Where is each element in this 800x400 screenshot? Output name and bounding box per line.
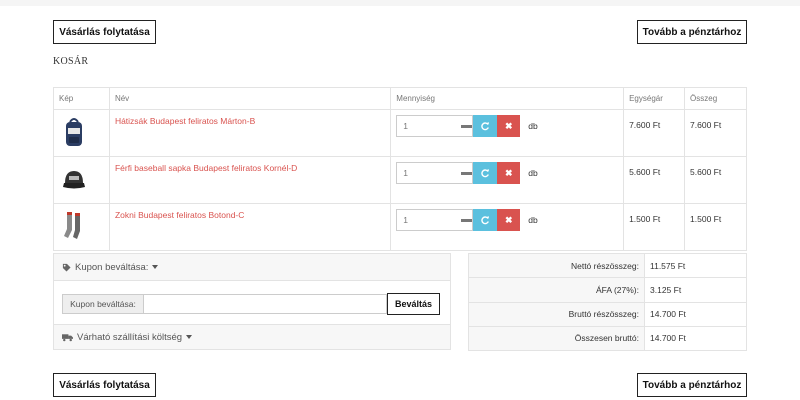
coupon-toggle[interactable]: Kupon beváltása: xyxy=(54,254,450,280)
product-link[interactable]: Hátizsák Budapest feliratos Márton-B xyxy=(115,116,385,126)
unit-price: 7.600 Ft xyxy=(629,120,661,130)
col-header-unit-price: Egységár xyxy=(623,87,686,110)
continue-shopping-button-bottom[interactable]: Vásárlás folytatása xyxy=(53,373,156,397)
coupon-addon-label: Kupon beváltása: xyxy=(62,293,144,314)
quantity-input[interactable]: 1 xyxy=(396,115,474,137)
continue-shopping-button-top[interactable]: Vásárlás folytatása xyxy=(53,20,156,44)
product-image-cell xyxy=(53,203,110,251)
coupon-heading: Kupon beváltása: xyxy=(75,261,149,273)
totals-row: Nettó részösszeg: 11.575 Ft xyxy=(468,252,747,279)
refresh-icon xyxy=(481,216,490,225)
remove-button[interactable]: ✖ xyxy=(497,209,521,231)
refresh-button[interactable] xyxy=(473,209,498,231)
quantity-value: 1 xyxy=(403,121,409,131)
refresh-button[interactable] xyxy=(473,162,498,184)
unit-label: db xyxy=(528,121,538,131)
shipping-toggle[interactable]: Várható szállítási költség xyxy=(54,325,450,349)
coupon-form: Kupon beváltása: Beváltás xyxy=(54,280,450,326)
remove-button[interactable]: ✖ xyxy=(497,162,521,184)
refresh-icon xyxy=(481,169,490,178)
quantity-value: 1 xyxy=(403,168,409,178)
coupon-input[interactable] xyxy=(144,293,387,314)
close-icon: ✖ xyxy=(505,120,513,131)
quantity-bar xyxy=(461,172,473,175)
close-icon: ✖ xyxy=(505,167,513,178)
socks-icon[interactable] xyxy=(62,210,86,242)
checkout-button-top[interactable]: Tovább a pénztárhoz xyxy=(637,20,747,44)
truck-icon xyxy=(62,333,73,341)
cart-header-row: Kép Név Mennyiség Egységár Összeg xyxy=(53,87,747,110)
shipping-panel: Várható szállítási költség xyxy=(53,324,451,350)
caret-down-icon xyxy=(186,335,193,339)
caret-down-icon xyxy=(152,265,159,269)
product-link[interactable]: Férfi baseball sapka Budapest feliratos … xyxy=(115,163,385,173)
refresh-icon xyxy=(481,122,490,131)
refresh-button[interactable] xyxy=(473,115,498,137)
line-total: 7.600 Ft xyxy=(690,120,722,130)
remove-button[interactable]: ✖ xyxy=(497,115,521,137)
table-row: Hátizsák Budapest feliratos Márton-B 1 ✖ xyxy=(53,109,747,157)
table-row: Férfi baseball sapka Budapest feliratos … xyxy=(53,156,747,204)
totals-label: Nettó részösszeg: xyxy=(468,252,645,279)
totals-value: 14.700 Ft xyxy=(644,301,747,327)
unit-label: db xyxy=(528,215,538,225)
cap-icon[interactable] xyxy=(62,163,86,195)
product-link[interactable]: Zokni Budapest feliratos Botond-C xyxy=(115,210,385,220)
col-header-total: Összeg xyxy=(684,87,747,110)
totals-label: Bruttó részösszeg: xyxy=(468,301,645,327)
totals-row: Összesen bruttó: 14.700 Ft xyxy=(468,325,747,352)
totals-value: 11.575 Ft xyxy=(644,252,747,279)
product-image-cell xyxy=(53,156,110,204)
quantity-bar xyxy=(461,219,473,222)
table-row: Zokni Budapest feliratos Botond-C 1 ✖ db… xyxy=(53,203,747,251)
close-icon: ✖ xyxy=(505,214,513,225)
totals-table: Nettó részösszeg: 11.575 Ft ÁFA (27%): 3… xyxy=(468,252,747,352)
unit-label: db xyxy=(528,168,538,178)
product-image-cell xyxy=(53,109,110,157)
shipping-heading: Várható szállítási költség xyxy=(77,331,183,343)
backpack-icon[interactable] xyxy=(62,116,86,148)
line-total: 5.600 Ft xyxy=(690,167,722,177)
unit-price: 1.500 Ft xyxy=(629,214,661,224)
col-header-name: Név xyxy=(108,87,392,110)
totals-value: 14.700 Ft xyxy=(644,325,747,352)
cart-title: KOSÁR xyxy=(53,56,89,67)
quantity-value: 1 xyxy=(403,215,409,225)
col-header-quantity: Mennyiség xyxy=(390,87,625,110)
checkout-button-bottom[interactable]: Tovább a pénztárhoz xyxy=(637,373,747,397)
coupon-panel: Kupon beváltása: Kupon beváltása: Bevált… xyxy=(53,253,451,327)
col-header-image: Kép xyxy=(53,87,110,110)
quantity-bar xyxy=(461,125,473,128)
top-strip xyxy=(0,0,800,6)
totals-label: Összesen bruttó: xyxy=(468,325,645,352)
totals-label: ÁFA (27%): xyxy=(468,277,645,303)
quantity-input[interactable]: 1 xyxy=(396,162,474,184)
totals-row: ÁFA (27%): 3.125 Ft xyxy=(468,277,747,303)
unit-price: 5.600 Ft xyxy=(629,167,661,177)
totals-value: 3.125 Ft xyxy=(644,277,747,303)
cart-table: Kép Név Mennyiség Egységár Összeg Hátizs… xyxy=(53,87,747,251)
redeem-button[interactable]: Beváltás xyxy=(387,292,440,315)
line-total: 1.500 Ft xyxy=(690,214,722,224)
quantity-input[interactable]: 1 xyxy=(396,209,474,231)
tag-icon xyxy=(62,263,71,272)
totals-row: Bruttó részösszeg: 14.700 Ft xyxy=(468,301,747,327)
